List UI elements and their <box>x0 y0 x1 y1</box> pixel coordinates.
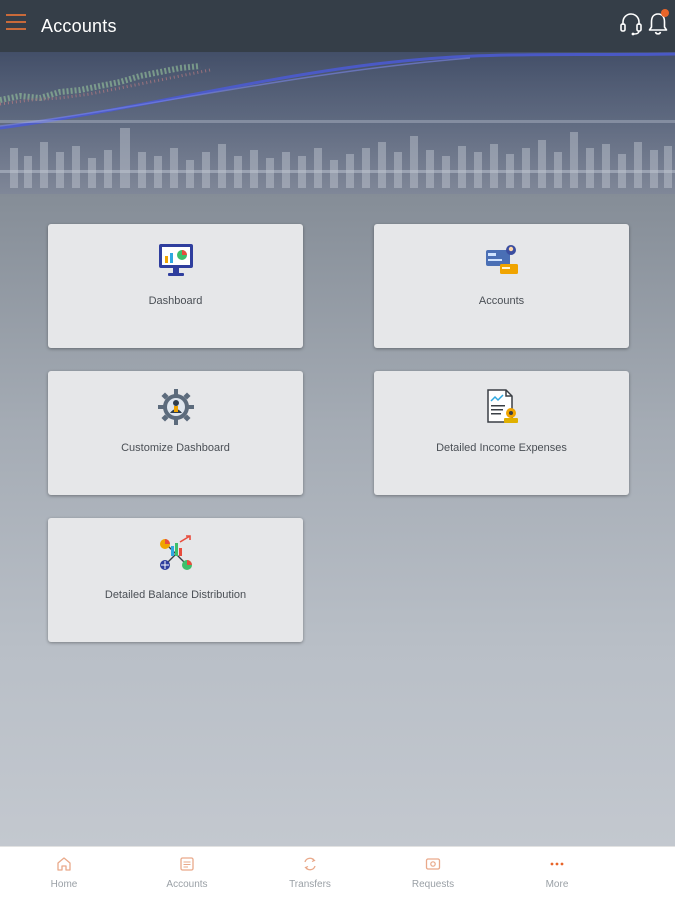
tile-label: Customize Dashboard <box>121 442 230 454</box>
nav-accounts[interactable]: Accounts <box>127 847 247 900</box>
nav-label: Transfers <box>289 879 331 890</box>
main-content: Dashboard Accounts Customize Dashboard D… <box>0 194 675 846</box>
document-coins-icon <box>482 387 522 427</box>
accounts-icon <box>179 856 195 872</box>
notification-badge <box>661 9 669 17</box>
hero-banner <box>0 52 675 194</box>
app-bar: Accounts <box>0 0 675 52</box>
nav-requests[interactable]: Requests <box>373 847 493 900</box>
nav-label: More <box>545 879 569 890</box>
nav-label: Home <box>50 879 78 890</box>
nav-label: Requests <box>411 879 455 890</box>
nav-transfers[interactable]: Transfers <box>250 847 370 900</box>
tile-label: Detailed Income Expenses <box>436 442 567 454</box>
tile-detailed-income-expenses[interactable]: Detailed Income Expenses <box>374 371 629 495</box>
tile-dashboard[interactable]: Dashboard <box>48 224 303 348</box>
nav-label: Accounts <box>166 879 208 890</box>
hamburger-menu-icon[interactable] <box>6 14 28 32</box>
network-chart-icon <box>156 534 196 574</box>
requests-icon <box>425 856 441 872</box>
nav-more[interactable]: More <box>497 847 617 900</box>
tile-accounts[interactable]: Accounts <box>374 224 629 348</box>
tile-label: Detailed Balance Distribution <box>104 589 247 601</box>
tile-customize-dashboard[interactable]: Customize Dashboard <box>48 371 303 495</box>
headset-icon[interactable] <box>619 11 643 37</box>
gear-icon <box>156 387 196 427</box>
bottom-nav: Home Accounts Transfers Requests More <box>0 846 675 900</box>
home-icon <box>56 856 72 872</box>
transfer-icon <box>302 856 318 872</box>
account-card-icon <box>482 240 522 280</box>
bell-icon[interactable] <box>647 9 669 37</box>
page-title: Accounts <box>41 16 117 36</box>
more-dots-icon <box>549 856 565 872</box>
tile-label: Dashboard <box>148 295 203 307</box>
monitor-chart-icon <box>156 240 196 280</box>
tile-label: Accounts <box>478 295 525 307</box>
tile-detailed-balance-distribution[interactable]: Detailed Balance Distribution <box>48 518 303 642</box>
nav-home[interactable]: Home <box>4 847 124 900</box>
